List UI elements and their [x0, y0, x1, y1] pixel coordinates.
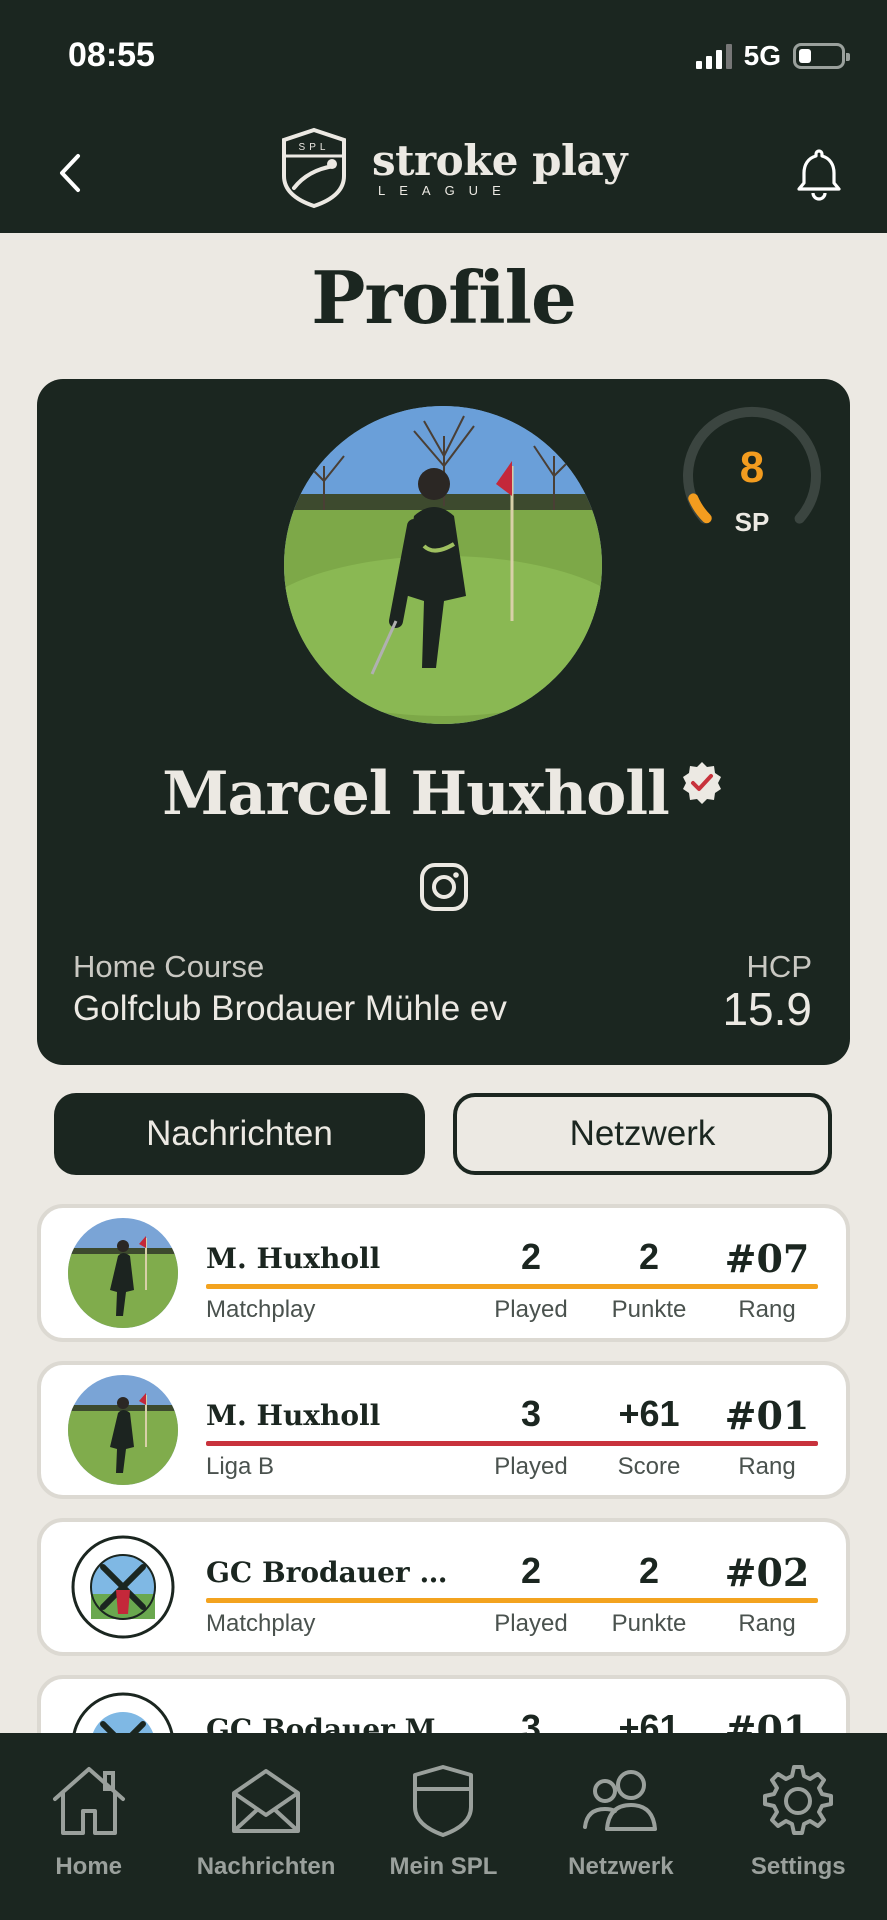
- row-accent-line: [206, 1598, 818, 1603]
- app-logo: SPL stroke play LEAGUE: [278, 126, 628, 210]
- played-label: Played: [494, 1296, 568, 1323]
- league-list: M. Huxholl Matchplay 2 Played 2 Punkte #…: [0, 1200, 887, 1733]
- row-subtitle: Liga B: [206, 1453, 275, 1480]
- row-title: M. Huxholl: [206, 1399, 381, 1432]
- shield-icon: [413, 1765, 474, 1837]
- bottom-nav: Home Nachrichten Mein SPL Netzwerk Setti…: [0, 1733, 887, 1920]
- player-avatar: [68, 1375, 178, 1485]
- rank-value: #02: [724, 1550, 810, 1595]
- nav-home[interactable]: Home: [4, 1763, 174, 1881]
- rank-value: #01: [724, 1393, 810, 1438]
- sp-label: SP: [734, 507, 770, 537]
- points-value: 2: [638, 1236, 660, 1277]
- nav-home-label: Home: [55, 1853, 123, 1880]
- row-title: M. Huxholl: [206, 1242, 381, 1275]
- score-label: Score: [617, 1453, 681, 1480]
- nav-netzwerk-label: Netzwerk: [568, 1853, 674, 1880]
- battery-icon: [793, 43, 850, 69]
- nav-nachrichten[interactable]: Nachrichten: [181, 1763, 351, 1881]
- profile-name: Marcel Huxholl: [162, 759, 670, 829]
- played-value: 2: [520, 1550, 542, 1591]
- rank-value: #01: [724, 1707, 810, 1733]
- mail-icon: [232, 1769, 301, 1833]
- played-label: Played: [494, 1453, 568, 1480]
- logo-subtitle: LEAGUE: [378, 182, 515, 198]
- status-time: 08:55: [68, 36, 155, 74]
- network-label: 5G: [743, 40, 781, 71]
- svg-text:SPL: SPL: [299, 142, 330, 153]
- hcp-label: HCP: [746, 949, 812, 984]
- league-row[interactable]: GC Bodauer Mühle 3 +61 #01: [37, 1675, 850, 1733]
- tab-netzwerk[interactable]: Netzwerk: [453, 1093, 832, 1175]
- row-subtitle: Matchplay: [206, 1296, 316, 1323]
- league-row[interactable]: GC Brodauer Mühle ev Matchplay 2 Played …: [37, 1518, 850, 1656]
- hcp-value: 15.9: [722, 983, 812, 1035]
- league-row[interactable]: M. Huxholl Matchplay 2 Played 2 Punkte #…: [37, 1204, 850, 1342]
- score-value: +61: [618, 1393, 680, 1434]
- gear-icon: [763, 1765, 834, 1835]
- spl-shield-logo-icon: SPL: [282, 127, 346, 209]
- nav-mein-spl-label: Mein SPL: [389, 1853, 498, 1880]
- club-logo: [68, 1689, 178, 1733]
- rank-label: Rang: [738, 1610, 796, 1637]
- nav-mein-spl[interactable]: Mein SPL: [358, 1763, 528, 1881]
- page-title: Profile: [311, 255, 577, 340]
- logo-title: stroke play: [372, 135, 628, 185]
- league-row[interactable]: M. Huxholl Liga B 3 Played +61 Score #01…: [37, 1361, 850, 1499]
- nav-settings[interactable]: Settings: [713, 1763, 883, 1881]
- row-subtitle: Matchplay: [206, 1610, 316, 1637]
- nav-settings-label: Settings: [750, 1853, 846, 1880]
- row-title: GC Bodauer Mühle: [206, 1713, 476, 1733]
- club-logo: [68, 1532, 178, 1642]
- points-value: 2: [638, 1550, 660, 1591]
- verified-badge-icon: [682, 762, 721, 804]
- profile-name-row: Marcel Huxholl: [37, 759, 850, 829]
- signal-icon: [695, 43, 732, 69]
- row-accent-line: [206, 1441, 818, 1446]
- row-title: GC Brodauer Mühle ev: [206, 1556, 476, 1589]
- bell-icon[interactable]: [791, 145, 847, 201]
- rank-value: #07: [724, 1236, 810, 1281]
- home-course-value: Golfclub Brodauer Mühle ev: [73, 989, 507, 1028]
- instagram-icon[interactable]: [418, 861, 470, 913]
- played-value: 2: [520, 1236, 542, 1277]
- back-chevron-icon[interactable]: [50, 148, 90, 198]
- top-bar: 08:55 5G SPL stroke play LEAGUE: [0, 0, 887, 233]
- sp-value: 8: [739, 443, 765, 492]
- people-icon: [582, 1770, 657, 1831]
- home-course-label: Home Course: [73, 949, 265, 984]
- points-label: Punkte: [611, 1296, 687, 1323]
- player-avatar: [68, 1218, 178, 1328]
- played-value: 3: [520, 1707, 542, 1733]
- tab-nachrichten[interactable]: Nachrichten: [54, 1093, 425, 1175]
- status-icons: 5G: [695, 40, 850, 72]
- profile-card: 8 SP Marcel Huxholl Home Course Golfclub…: [37, 379, 850, 1065]
- played-label: Played: [494, 1610, 568, 1637]
- rank-label: Rang: [738, 1453, 796, 1480]
- score-value: +61: [618, 1707, 680, 1733]
- row-accent-line: [206, 1284, 818, 1289]
- profile-avatar[interactable]: [284, 406, 602, 724]
- points-label: Punkte: [611, 1610, 687, 1637]
- home-icon: [52, 1767, 125, 1835]
- nav-netzwerk[interactable]: Netzwerk: [536, 1763, 706, 1881]
- played-value: 3: [520, 1393, 542, 1434]
- rank-label: Rang: [738, 1296, 796, 1323]
- nav-nachrichten-label: Nachrichten: [196, 1853, 336, 1880]
